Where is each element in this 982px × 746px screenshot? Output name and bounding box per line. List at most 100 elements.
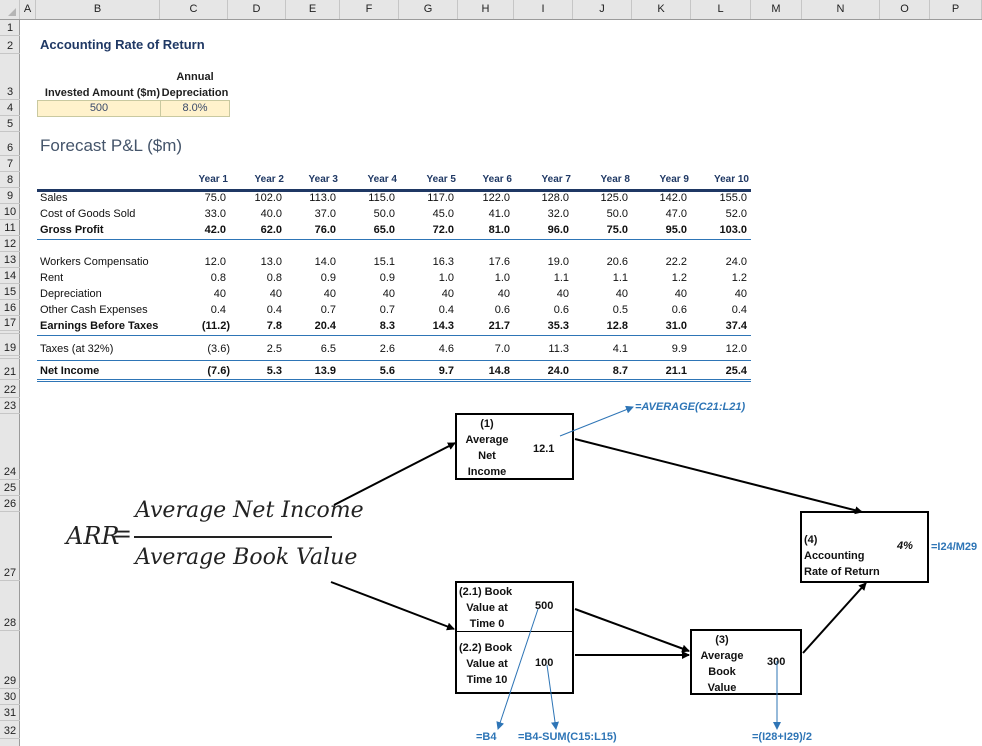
table-cell[interactable]: 1.0 — [396, 272, 454, 284]
table-cell[interactable]: 40 — [689, 288, 747, 300]
column-header-m[interactable]: M — [751, 0, 802, 19]
row-header[interactable]: 28 — [0, 581, 20, 631]
table-cell[interactable]: 13.0 — [224, 256, 282, 268]
table-cell[interactable]: 40 — [452, 288, 510, 300]
table-cell[interactable]: 40 — [511, 288, 569, 300]
table-cell[interactable]: 6.5 — [278, 343, 336, 355]
table-cell[interactable]: 0.4 — [224, 304, 282, 316]
table-cell[interactable]: 0.6 — [629, 304, 687, 316]
table-cell[interactable]: 62.0 — [224, 224, 282, 236]
annual-depreciation-input[interactable]: 8.0% — [160, 100, 230, 117]
row-header[interactable]: 21 — [0, 359, 20, 380]
column-header-a[interactable]: A — [20, 0, 36, 19]
table-cell[interactable]: 1.1 — [570, 272, 628, 284]
table-cell[interactable]: 1.2 — [629, 272, 687, 284]
table-cell[interactable]: 14.0 — [278, 256, 336, 268]
table-cell[interactable]: 0.7 — [337, 304, 395, 316]
table-cell[interactable]: 4.6 — [396, 343, 454, 355]
table-cell[interactable]: 21.7 — [452, 320, 510, 332]
column-header-l[interactable]: L — [691, 0, 751, 19]
row-header[interactable]: 6 — [0, 132, 20, 156]
table-cell[interactable]: 11.3 — [511, 343, 569, 355]
table-cell[interactable]: 0.6 — [452, 304, 510, 316]
table-cell[interactable]: 0.8 — [168, 272, 226, 284]
table-cell[interactable]: 7.0 — [452, 343, 510, 355]
table-cell[interactable]: 95.0 — [629, 224, 687, 236]
row-header[interactable]: 22 — [0, 380, 20, 398]
table-cell[interactable]: 5.3 — [224, 365, 282, 377]
row-header[interactable]: 17 — [0, 316, 20, 331]
table-cell[interactable]: 40 — [570, 288, 628, 300]
table-cell[interactable]: (11.2) — [172, 320, 230, 332]
table-cell[interactable]: 0.6 — [511, 304, 569, 316]
table-cell[interactable]: 5.6 — [337, 365, 395, 377]
table-cell[interactable]: 0.8 — [224, 272, 282, 284]
column-header-f[interactable]: F — [340, 0, 399, 19]
row-header[interactable]: 24 — [0, 414, 20, 480]
table-cell[interactable]: 96.0 — [511, 224, 569, 236]
table-cell[interactable]: 24.0 — [689, 256, 747, 268]
table-cell[interactable]: 0.5 — [570, 304, 628, 316]
row-header[interactable]: 23 — [0, 398, 20, 414]
column-header-p[interactable]: P — [930, 0, 982, 19]
table-cell[interactable]: 115.0 — [337, 192, 395, 204]
table-cell[interactable]: 12.0 — [689, 343, 747, 355]
select-all-corner[interactable] — [0, 0, 20, 19]
row-header[interactable]: 11 — [0, 220, 20, 236]
table-cell[interactable]: 12.0 — [168, 256, 226, 268]
table-cell[interactable]: 102.0 — [224, 192, 282, 204]
table-cell[interactable]: 2.6 — [337, 343, 395, 355]
table-cell[interactable]: 32.0 — [511, 208, 569, 220]
row-header[interactable]: 27 — [0, 512, 20, 581]
table-cell[interactable]: 75.0 — [570, 224, 628, 236]
column-header-h[interactable]: H — [458, 0, 514, 19]
column-header-e[interactable]: E — [286, 0, 340, 19]
table-cell[interactable]: 128.0 — [511, 192, 569, 204]
table-cell[interactable]: 9.7 — [396, 365, 454, 377]
table-cell[interactable]: 1.1 — [511, 272, 569, 284]
table-cell[interactable]: 113.0 — [278, 192, 336, 204]
row-header[interactable]: 1 — [0, 20, 20, 36]
table-cell[interactable]: 9.9 — [629, 343, 687, 355]
table-cell[interactable]: 20.6 — [570, 256, 628, 268]
row-header[interactable]: 31 — [0, 705, 20, 721]
column-header-k[interactable]: K — [632, 0, 691, 19]
table-cell[interactable]: 0.9 — [337, 272, 395, 284]
table-cell[interactable]: 37.0 — [278, 208, 336, 220]
table-cell[interactable]: 35.3 — [511, 320, 569, 332]
row-header[interactable]: 10 — [0, 204, 20, 220]
row-header[interactable]: 2 — [0, 36, 20, 54]
table-cell[interactable]: 40 — [278, 288, 336, 300]
column-header-g[interactable]: G — [399, 0, 458, 19]
column-header-n[interactable]: N — [802, 0, 880, 19]
row-header[interactable]: 7 — [0, 156, 20, 172]
table-cell[interactable]: 45.0 — [396, 208, 454, 220]
table-cell[interactable]: 50.0 — [337, 208, 395, 220]
table-cell[interactable]: 50.0 — [570, 208, 628, 220]
table-cell[interactable]: 40 — [629, 288, 687, 300]
average-book-value-box[interactable]: (3) Average Book Value 300 — [690, 629, 802, 695]
table-cell[interactable]: 47.0 — [629, 208, 687, 220]
table-cell[interactable]: 40 — [337, 288, 395, 300]
table-cell[interactable]: 40 — [168, 288, 226, 300]
column-header-d[interactable]: D — [228, 0, 286, 19]
row-header[interactable]: 29 — [0, 631, 20, 689]
table-cell[interactable]: 17.6 — [452, 256, 510, 268]
invested-amount-input[interactable]: 500 — [37, 100, 161, 117]
table-cell[interactable]: 31.0 — [629, 320, 687, 332]
table-cell[interactable]: 0.4 — [689, 304, 747, 316]
table-cell[interactable]: 7.8 — [224, 320, 282, 332]
row-header[interactable]: 26 — [0, 496, 20, 512]
table-cell[interactable]: 14.3 — [396, 320, 454, 332]
table-cell[interactable]: 37.4 — [689, 320, 747, 332]
column-header-c[interactable]: C — [160, 0, 228, 19]
row-header[interactable]: 12 — [0, 236, 20, 252]
table-cell[interactable]: 1.0 — [452, 272, 510, 284]
table-cell[interactable]: 125.0 — [570, 192, 628, 204]
table-cell[interactable]: 8.3 — [337, 320, 395, 332]
table-cell[interactable]: 14.8 — [452, 365, 510, 377]
table-cell[interactable]: 65.0 — [337, 224, 395, 236]
row-header[interactable]: 30 — [0, 689, 20, 705]
row-header[interactable]: 32 — [0, 721, 20, 739]
table-cell[interactable]: 40 — [396, 288, 454, 300]
